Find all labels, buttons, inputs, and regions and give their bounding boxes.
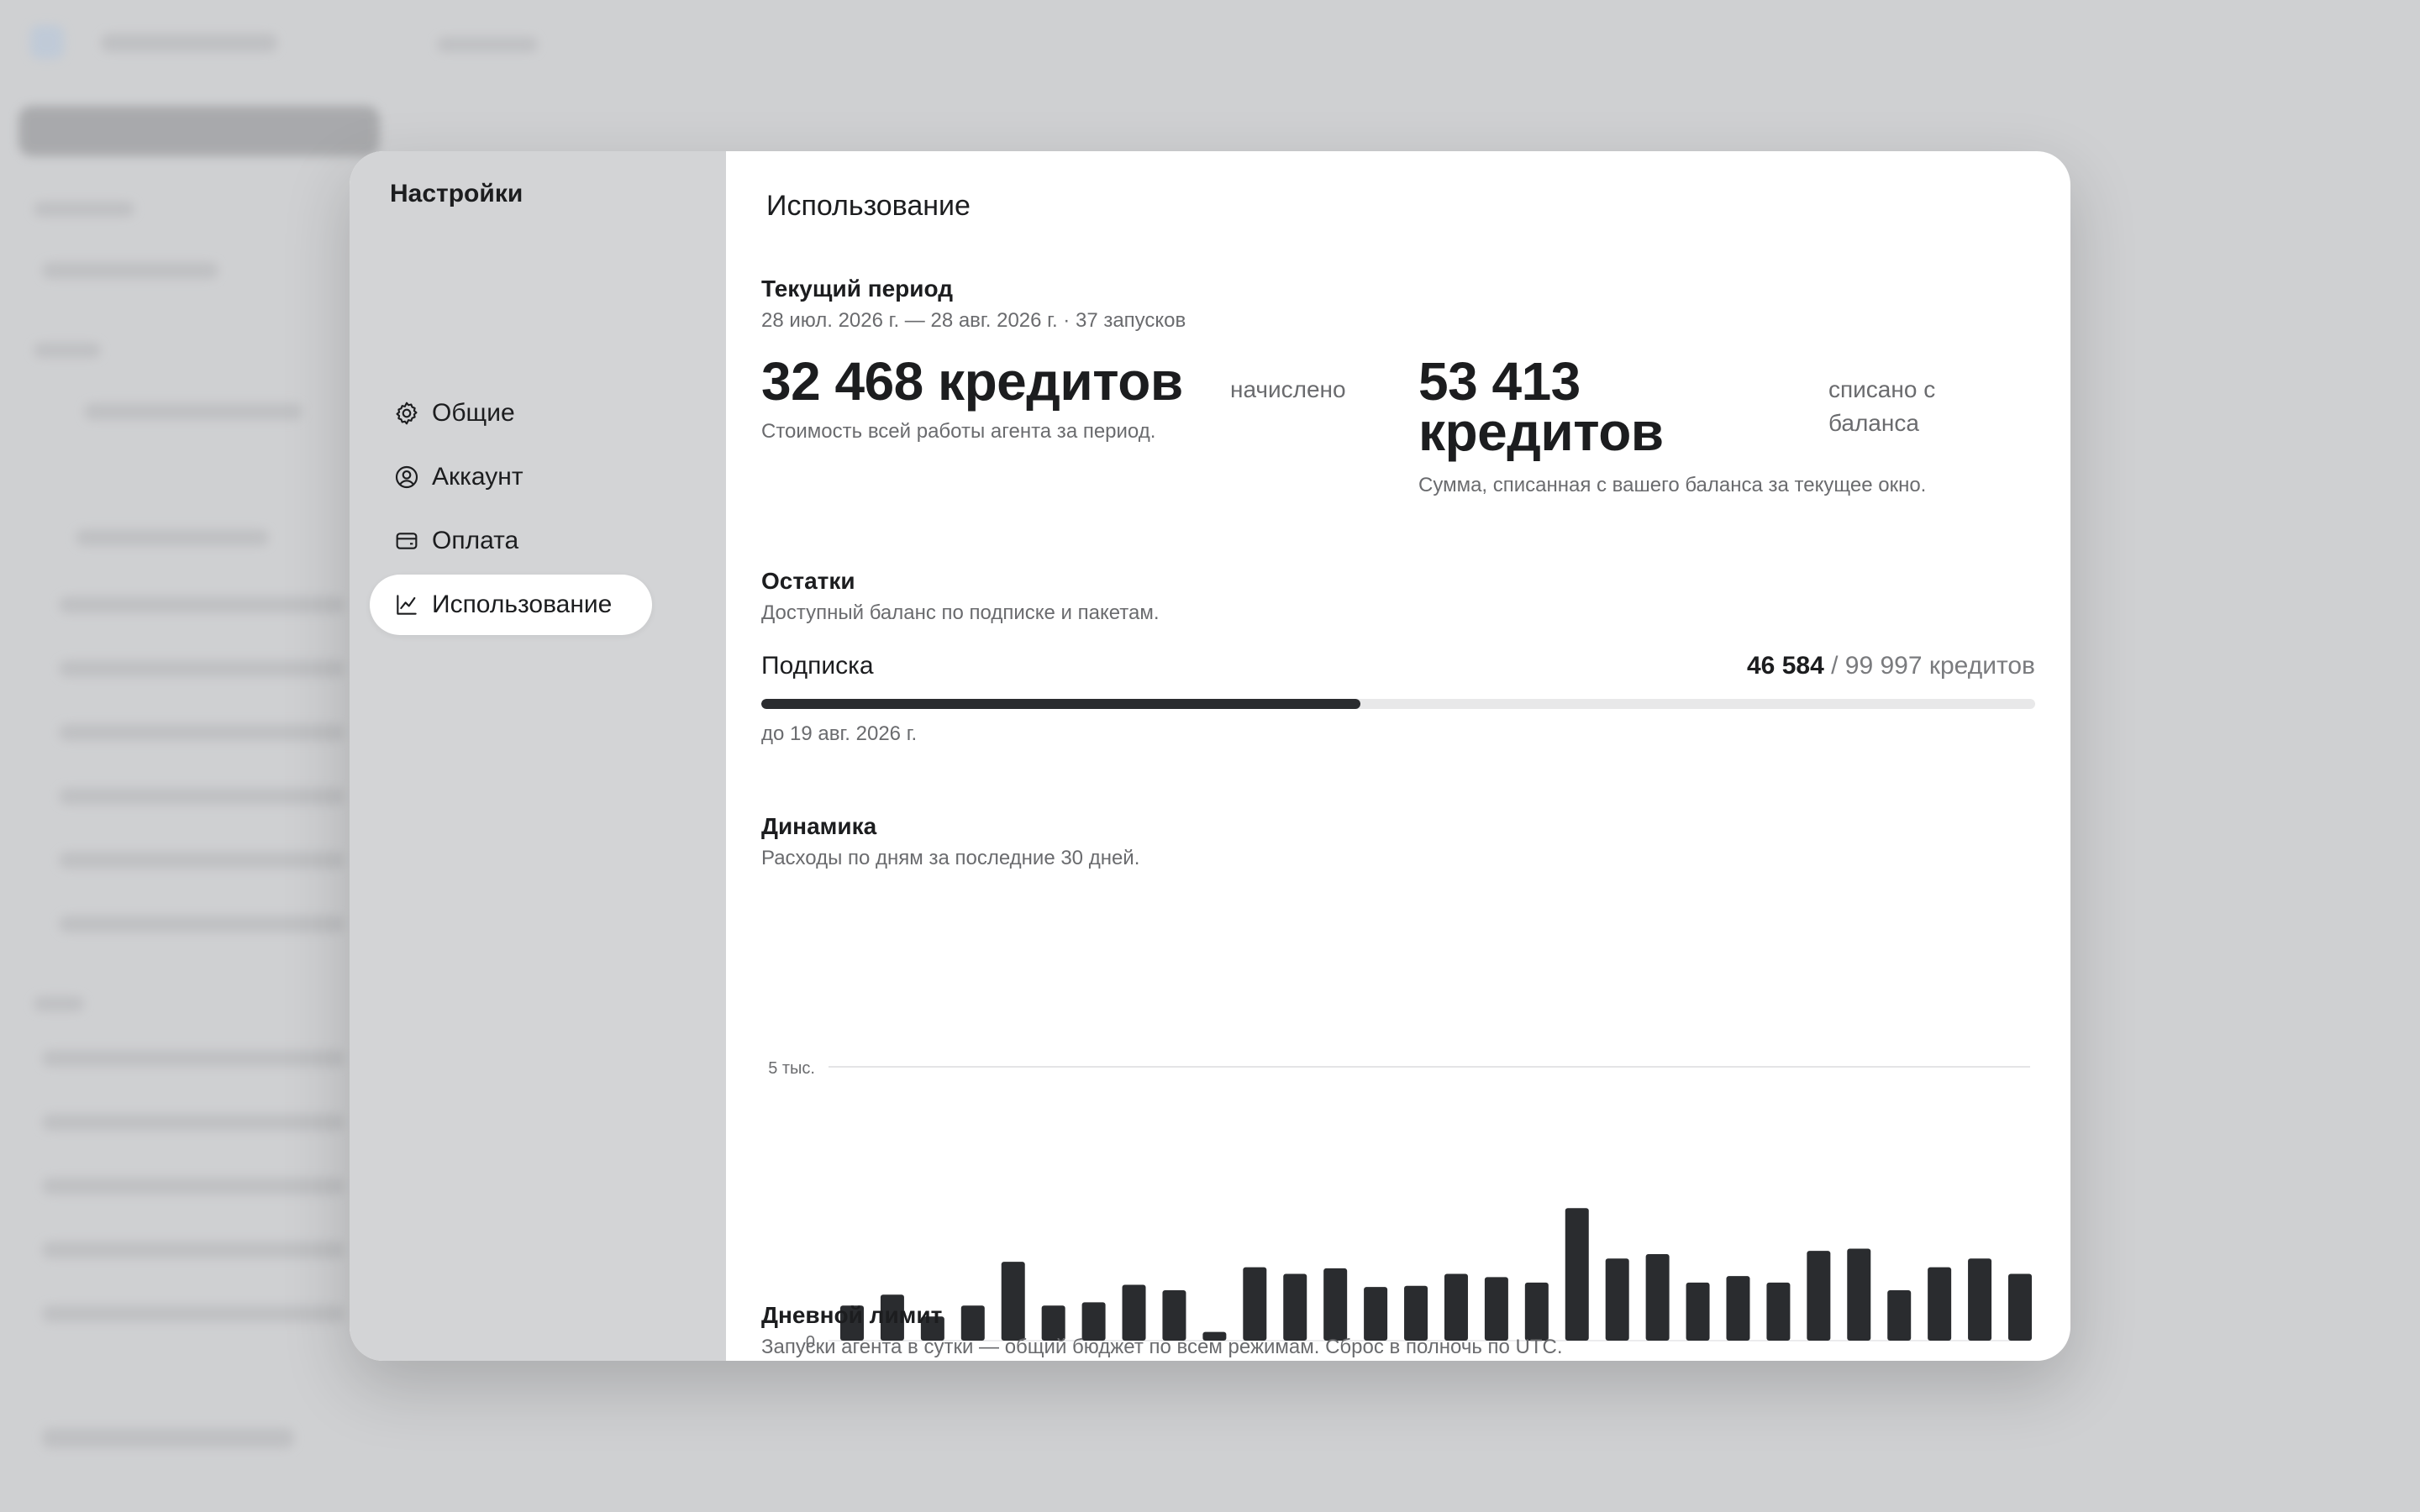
chart-bar (1404, 1285, 1428, 1341)
background-bar (59, 596, 345, 613)
sidebar-item-label: Использование (432, 591, 613, 618)
charged-label: начислено (1230, 376, 1346, 402)
settings-modal: Настройки Общие Аккаунт Оплата Использов… (350, 151, 2070, 1361)
chart-bar (2008, 1273, 2032, 1341)
user-circle-icon (395, 465, 418, 489)
background-logo (30, 25, 64, 59)
background-bar (101, 34, 277, 52)
chart-bar (1364, 1287, 1388, 1341)
background-bar (42, 262, 218, 279)
background-bar (42, 1305, 345, 1322)
period-heading: Текущий период (761, 276, 954, 302)
gear-icon (396, 402, 418, 425)
subscription-remaining: 46 584 (1747, 652, 1824, 680)
background-bar (84, 403, 302, 420)
debited-label: списано с баланса (1828, 376, 1936, 436)
subscription-credits: 46 584 / 99 997 кредитов (1747, 652, 2035, 680)
chart-bar (1001, 1262, 1025, 1341)
sidebar-item-label: Общие (432, 399, 515, 427)
background-bar (34, 996, 84, 1011)
chart-bar (1122, 1284, 1146, 1341)
chart-bar (1323, 1268, 1348, 1341)
chart-bar (1645, 1253, 1670, 1341)
background-bar (42, 1114, 345, 1131)
chart-bar (1968, 1258, 1992, 1341)
background-bar (34, 343, 101, 358)
background-bar (437, 37, 538, 52)
chart-bar (1766, 1282, 1791, 1341)
chart-bar (1726, 1276, 1750, 1341)
chart-bar (1243, 1267, 1267, 1341)
chart-bar (1524, 1282, 1549, 1341)
limit-description: Запуски агента в сутки — общий бюджет по… (761, 1336, 1563, 1358)
chart-bar (1847, 1248, 1871, 1341)
wallet-icon (396, 533, 418, 549)
subscription-progress-fill (761, 699, 1360, 709)
chart-line-icon (397, 595, 417, 615)
background-bar (18, 106, 380, 156)
chart-bar (1686, 1282, 1710, 1341)
daily-usage-chart: 5 тыс.06 авг.4 сент (761, 1042, 2035, 1361)
sidebar-item-label: Аккаунт (432, 463, 523, 491)
debited-value: 53 413 кредитов (1418, 351, 1664, 462)
chart-bar (1484, 1277, 1508, 1341)
chart-bar (1887, 1290, 1912, 1341)
period-range: 28 июл. 2026 г. — 28 авг. 2026 г. · 37 з… (761, 309, 1186, 332)
sidebar-item-account[interactable]: Аккаунт (370, 447, 652, 507)
background-bar (59, 852, 345, 869)
debited-description: Сумма, списанная с вашего баланса за тек… (1418, 474, 1927, 496)
subscription-progress (761, 699, 2035, 709)
background-bar (59, 660, 345, 677)
subscription-total: / 99 997 кредитов (1831, 652, 2035, 680)
chart-bar (1162, 1290, 1186, 1341)
balance-description: Доступный баланс по подписке и пакетам. (761, 601, 1160, 624)
dynamics-heading: Динамика (761, 813, 877, 839)
usage-content: Использование Текущий период 28 июл. 202… (726, 151, 2070, 1361)
chart-bar (1807, 1251, 1831, 1341)
background-bar (76, 529, 269, 546)
background-bar (59, 788, 345, 805)
limit-heading: Дневной лимит (761, 1302, 943, 1328)
subscription-label: Подписка (761, 652, 874, 680)
background-bar (42, 1178, 345, 1194)
background-bar (59, 916, 345, 932)
page-title: Использование (766, 190, 971, 222)
sidebar-item-general[interactable]: Общие (370, 383, 652, 444)
charged-description: Стоимость всей работы агента за период. (761, 420, 1156, 443)
subscription-until: до 19 авг. 2026 г. (761, 722, 918, 745)
chart-svg: 5 тыс.06 авг.4 сент (768, 1059, 2032, 1352)
sidebar-item-billing[interactable]: Оплата (370, 511, 652, 571)
chart-bar (1605, 1258, 1629, 1341)
background-bar (42, 1050, 345, 1067)
chart-bar (1283, 1273, 1307, 1341)
background-bar (42, 1242, 345, 1258)
chart-bar (1444, 1273, 1468, 1341)
background-bar (59, 724, 345, 741)
sidebar-item-usage[interactable]: Использование (370, 575, 652, 635)
chart-y-tick-label: 5 тыс. (768, 1059, 815, 1078)
sidebar-item-label: Оплата (432, 527, 519, 554)
chart-bar (1565, 1208, 1589, 1341)
background-bar (42, 1428, 294, 1448)
sidebar-title: Настройки (390, 180, 523, 207)
dynamics-description: Расходы по дням за последние 30 дней. (761, 847, 1140, 869)
background-bar (34, 202, 134, 217)
balance-heading: Остатки (761, 568, 855, 594)
settings-sidebar: Настройки Общие Аккаунт Оплата Использов… (350, 151, 726, 1361)
charged-value: 32 468 кредитов (761, 351, 1183, 412)
chart-bar (1928, 1267, 1952, 1341)
